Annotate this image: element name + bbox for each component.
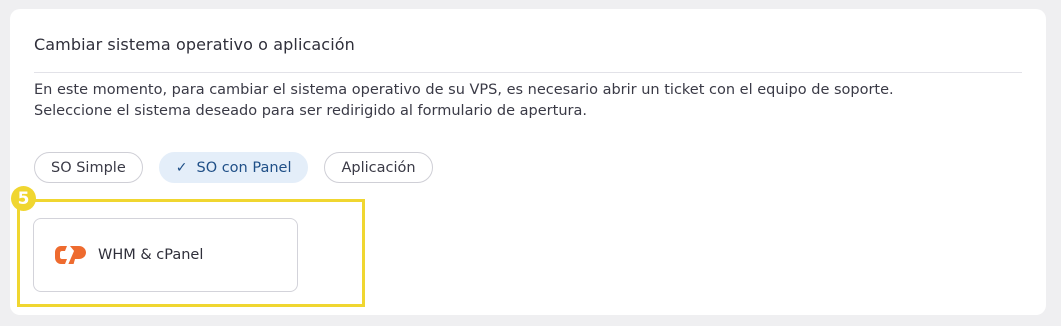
section-title: Cambiar sistema operativo o aplicación (34, 35, 355, 54)
description-line-1: En este momento, para cambiar el sistema… (34, 82, 894, 98)
tab-so-con-panel-label: SO con Panel (196, 159, 292, 176)
os-type-tabs: SO Simple ✓ SO con Panel Aplicación (34, 152, 433, 183)
description-line-2: Seleccione el sistema deseado para ser r… (34, 103, 587, 119)
tab-so-simple[interactable]: SO Simple (34, 152, 143, 183)
check-icon: ✓ (175, 159, 188, 176)
change-os-card: Cambiar sistema operativo o aplicación E… (10, 9, 1046, 315)
option-label: WHM & cPanel (98, 247, 204, 263)
divider (34, 72, 1022, 73)
option-whm-cpanel[interactable]: WHM & cPanel (33, 218, 298, 292)
cpanel-logo-icon (55, 246, 86, 264)
tab-aplicacion[interactable]: Aplicación (324, 152, 433, 183)
tab-so-simple-label: SO Simple (51, 159, 126, 176)
step-number-badge: 5 (11, 186, 36, 211)
tab-aplicacion-label: Aplicación (341, 159, 416, 176)
section-description: En este momento, para cambiar el sistema… (34, 80, 894, 122)
tab-so-con-panel[interactable]: ✓ SO con Panel (158, 152, 309, 183)
